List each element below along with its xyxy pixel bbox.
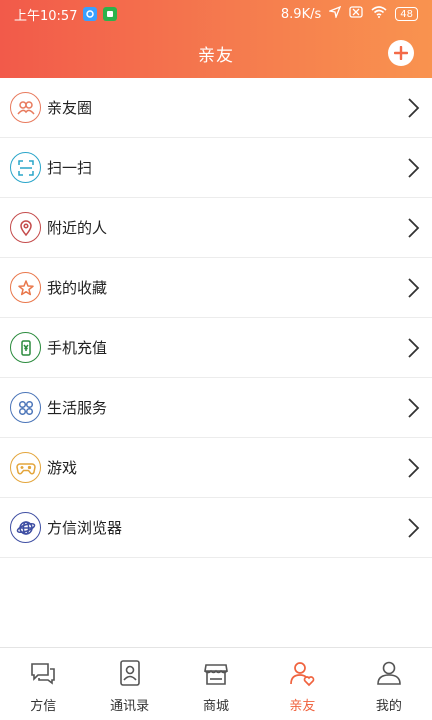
scan-icon xyxy=(10,152,41,183)
menu-item-label: 亲友圈 xyxy=(47,99,93,117)
chevron-right-icon xyxy=(408,217,420,238)
menu-item-favorites[interactable]: 我的收藏 xyxy=(0,258,432,318)
tab-messages[interactable]: 方信 xyxy=(0,648,86,720)
menu-item-label: 游戏 xyxy=(47,459,78,477)
store-icon xyxy=(204,664,228,685)
tab-friends[interactable]: 亲友 xyxy=(259,648,345,720)
globe-icon xyxy=(10,512,41,543)
menu-item-label: 我的收藏 xyxy=(47,279,108,297)
chevron-right-icon xyxy=(408,517,420,538)
tab-label: 商城 xyxy=(203,699,230,714)
chevron-right-icon xyxy=(408,277,420,298)
menu-item-games[interactable]: 游戏 xyxy=(0,438,432,498)
menu-item-nearby-people[interactable]: 附近的人 xyxy=(0,198,432,258)
tab-label: 通讯录 xyxy=(110,699,150,714)
phone-recharge-icon xyxy=(10,332,41,363)
wifi-icon xyxy=(371,6,387,22)
sim-off-icon xyxy=(349,6,363,22)
tab-label: 我的 xyxy=(375,699,402,714)
contacts-icon xyxy=(119,660,140,686)
menu-item-label: 扫一扫 xyxy=(47,159,93,177)
friends-heart-icon xyxy=(290,662,315,687)
menu-item-label: 手机充值 xyxy=(47,339,108,357)
tab-label: 方信 xyxy=(30,699,57,714)
chevron-right-icon xyxy=(408,97,420,118)
location-pin-icon xyxy=(10,212,41,243)
chevron-right-icon xyxy=(408,157,420,178)
chevron-right-icon xyxy=(408,397,420,418)
location-arrow-icon xyxy=(327,5,342,22)
grid-flower-icon xyxy=(10,392,41,423)
wechat-notification-icon xyxy=(103,7,118,21)
star-icon xyxy=(10,272,41,303)
friends-circle-icon xyxy=(10,92,41,123)
chat-icon xyxy=(31,663,56,685)
user-icon xyxy=(377,661,401,685)
status-left: 上午10:57 xyxy=(14,5,118,24)
menu-item-scan[interactable]: 扫一扫 xyxy=(0,138,432,198)
menu-item-label: 附近的人 xyxy=(47,219,108,237)
tab-store[interactable]: 商城 xyxy=(173,648,259,720)
status-bar: 上午10:57 8.9K/s 48 xyxy=(0,0,432,28)
tab-me[interactable]: 我的 xyxy=(346,648,432,720)
bottom-tab-bar: 方信 通讯录 商城 亲友 我的 xyxy=(0,647,432,720)
menu-list: 亲友圈 扫一扫 附近的人 我的收藏 手机充值 生活服务 游戏 方信浏览器 xyxy=(0,78,432,558)
tab-label: 亲友 xyxy=(289,699,316,714)
menu-item-browser[interactable]: 方信浏览器 xyxy=(0,498,432,558)
plus-icon xyxy=(394,46,408,60)
menu-item-phone-recharge[interactable]: 手机充值 xyxy=(0,318,432,378)
menu-item-label: 生活服务 xyxy=(47,399,108,417)
chevron-right-icon xyxy=(408,337,420,358)
chevron-right-icon xyxy=(408,457,420,478)
title-bar: 亲友 xyxy=(0,28,432,78)
battery-indicator: 48 xyxy=(395,7,418,21)
status-right: 8.9K/s 48 xyxy=(280,5,418,22)
add-button[interactable] xyxy=(388,40,414,66)
gamepad-icon xyxy=(10,452,41,483)
app-notification-icon xyxy=(83,7,98,21)
menu-item-label: 方信浏览器 xyxy=(47,519,123,537)
page-title: 亲友 xyxy=(198,45,234,66)
menu-item-friends-circle[interactable]: 亲友圈 xyxy=(0,78,432,138)
menu-item-life-services[interactable]: 生活服务 xyxy=(0,378,432,438)
network-speed: 8.9K/s xyxy=(280,6,322,22)
status-time: 上午10:57 xyxy=(14,8,78,24)
tab-contacts[interactable]: 通讯录 xyxy=(86,648,172,720)
header: 上午10:57 8.9K/s 48 亲友 xyxy=(0,0,432,78)
